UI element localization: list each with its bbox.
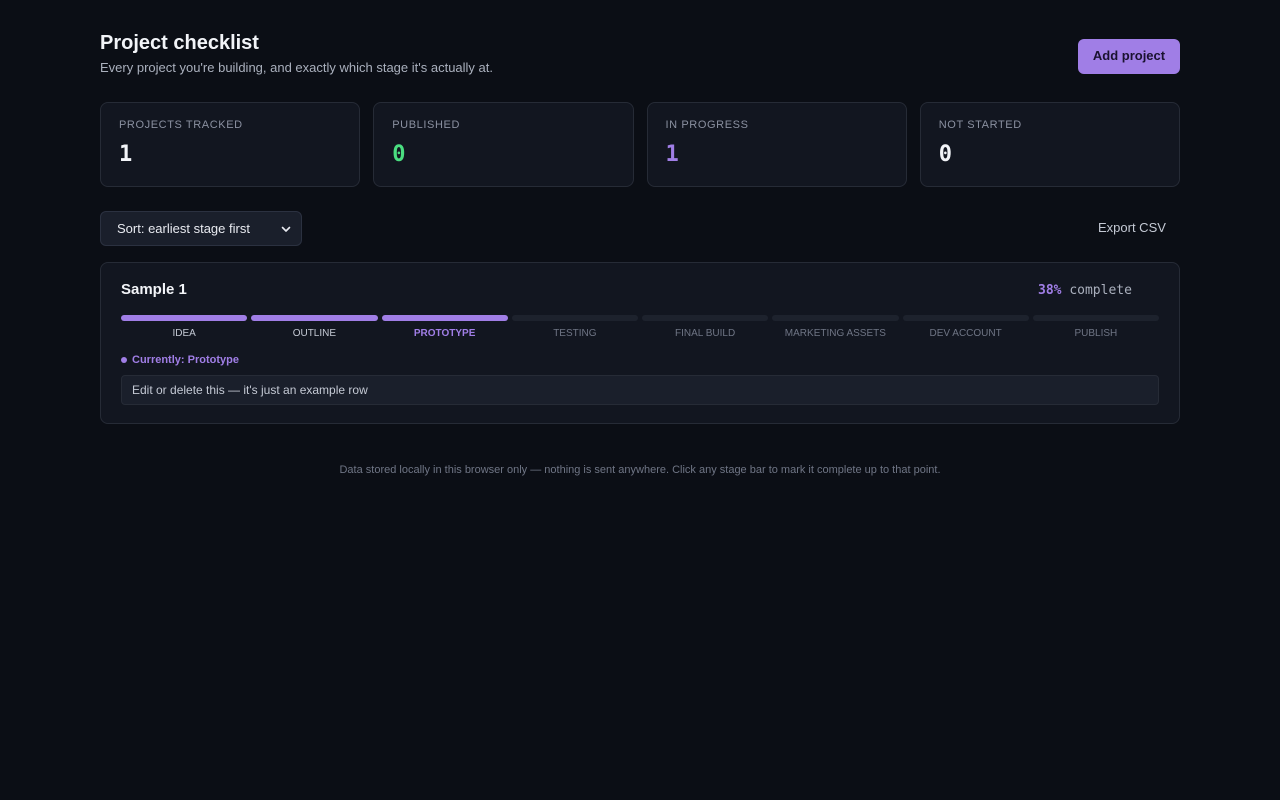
stat-card-projects-tracked: PROJECTS TRACKED 1: [100, 102, 361, 187]
stat-value: 0: [392, 142, 406, 167]
stage-final-build[interactable]: FINAL BUILD: [642, 315, 769, 341]
chevron-down-icon: [281, 226, 291, 232]
project-note-input[interactable]: [121, 375, 1159, 405]
current-stage-indicator: Currently: Prototype: [121, 353, 239, 367]
stage-label: DEV ACCOUNT: [929, 328, 1002, 339]
page-header: Project checklist Every project you're b…: [100, 31, 1180, 81]
project-name: Sample 1: [121, 281, 187, 298]
stat-card-published: PUBLISHED 0: [373, 102, 634, 187]
stat-value: 0: [938, 142, 952, 167]
stage-bar[interactable]: [1032, 315, 1159, 321]
stat-value: 1: [665, 142, 679, 167]
stage-dev-account[interactable]: DEV ACCOUNT: [902, 315, 1029, 341]
stat-label: PUBLISHED: [392, 119, 461, 131]
stage-label: MARKETING ASSETS: [784, 328, 886, 339]
project-percent: 38%: [1038, 283, 1062, 298]
stage-label: IDEA: [172, 328, 196, 339]
stage-marketing-assets[interactable]: MARKETING ASSETS: [772, 315, 899, 341]
stat-label: NOT STARTED: [938, 119, 1022, 131]
stats-row: PROJECTS TRACKED 1 PUBLISHED 0 IN PROGRE…: [100, 102, 1180, 187]
stat-label: PROJECTS TRACKED: [119, 119, 243, 131]
stage-label: PROTOTYPE: [413, 328, 476, 339]
project-percent-label: complete: [1069, 283, 1132, 298]
stage-label: TESTING: [553, 328, 597, 339]
stage-testing[interactable]: TESTING: [511, 315, 638, 341]
stat-card-not-started: NOT STARTED 0: [919, 102, 1180, 187]
footer-note: Data stored locally in this browser only…: [339, 464, 941, 476]
stage-bar[interactable]: [902, 315, 1029, 321]
add-project-button[interactable]: Add project: [1078, 39, 1180, 74]
sort-select-value: Sort: earliest stage first: [117, 221, 250, 236]
toolbar: Sort: earliest stage first Export CSV: [100, 211, 1180, 246]
status-dot-icon: [121, 357, 127, 363]
stat-value: 1: [119, 142, 133, 167]
stage-bar[interactable]: [251, 315, 378, 321]
stage-publish[interactable]: PUBLISH: [1032, 315, 1159, 341]
stage-outline[interactable]: OUTLINE: [251, 315, 378, 341]
page-title: Project checklist: [100, 32, 259, 54]
stage-idea[interactable]: IDEA: [121, 315, 248, 341]
stage-bar[interactable]: [772, 315, 899, 321]
sort-select[interactable]: Sort: earliest stage first: [100, 211, 302, 246]
stage-prototype[interactable]: PROTOTYPE: [381, 315, 508, 341]
stat-label: IN PROGRESS: [665, 119, 749, 131]
stage-bar[interactable]: [121, 315, 248, 321]
stat-card-in-progress: IN PROGRESS 1: [646, 102, 907, 187]
stage-label: FINAL BUILD: [675, 328, 736, 339]
page-subtitle: Every project you're building, and exact…: [100, 60, 493, 75]
stage-label: OUTLINE: [292, 328, 337, 339]
project-card: Sample 1 38% complete IDEA OUTLINE PROTO…: [100, 262, 1180, 424]
stage-bar[interactable]: [381, 315, 508, 321]
export-csv-button[interactable]: Export CSV: [1094, 211, 1180, 244]
current-stage-label: Currently: Prototype: [132, 354, 239, 366]
stage-label: PUBLISH: [1074, 328, 1118, 339]
stage-bar[interactable]: [642, 315, 769, 321]
stage-bar[interactable]: [511, 315, 638, 321]
project-progress-text: 38% complete: [1038, 283, 1132, 299]
stage-tracker: IDEA OUTLINE PROTOTYPE TESTING FINAL BUI…: [121, 315, 1159, 341]
